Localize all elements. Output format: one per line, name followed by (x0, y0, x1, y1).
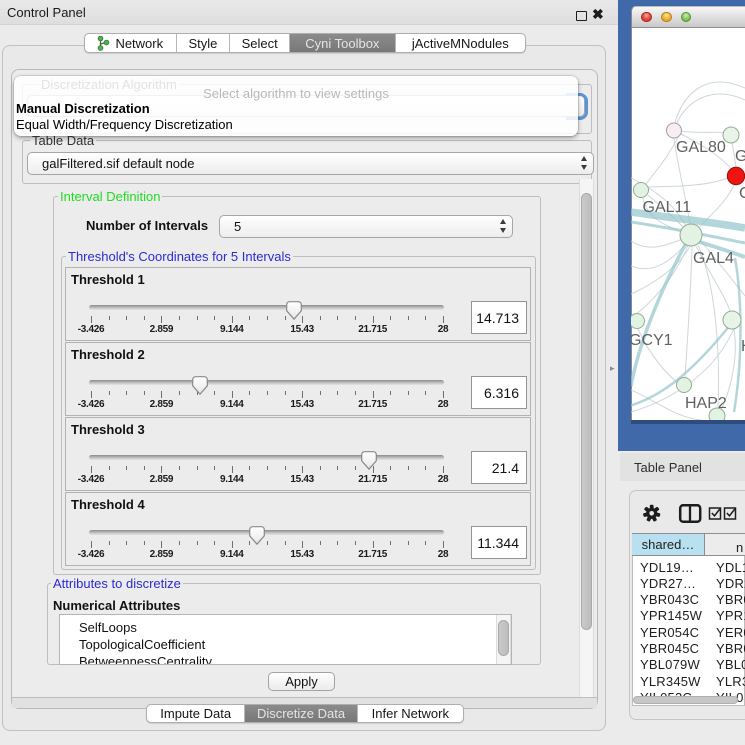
svg-text:GAL4: GAL4 (693, 250, 734, 267)
svg-text:GAL80: GAL80 (676, 139, 726, 156)
svg-text:GCY1: GCY1 (631, 332, 673, 349)
svg-text:GAL11: GAL11 (643, 199, 692, 216)
svg-text:HAP2: HAP2 (685, 395, 727, 412)
svg-text:GA: GA (735, 148, 745, 165)
svg-text:H: H (741, 338, 745, 355)
svg-text:CD: CD (739, 185, 745, 202)
